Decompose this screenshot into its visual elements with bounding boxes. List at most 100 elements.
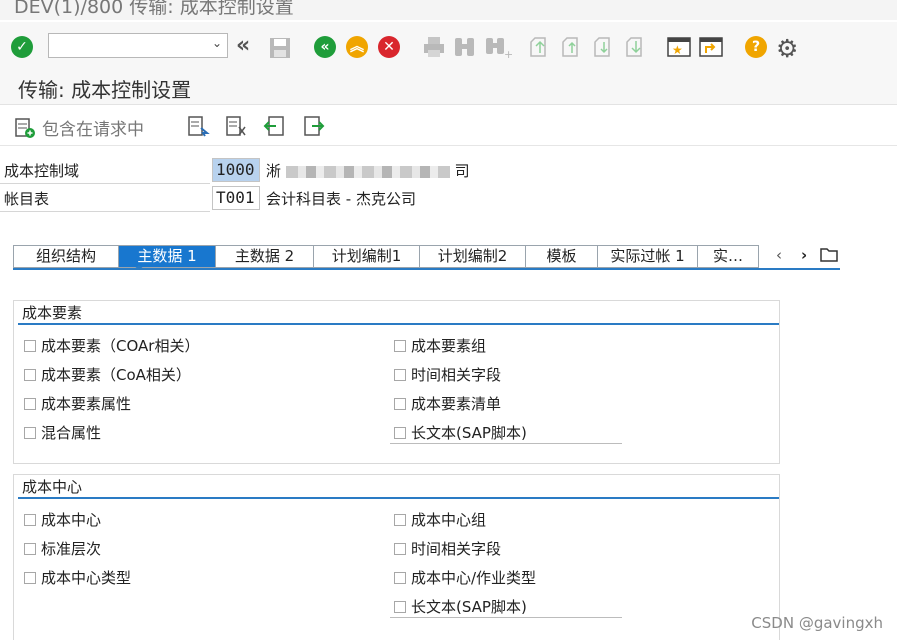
group-title: 成本中心 xyxy=(22,478,83,496)
tab-actual-posting-1[interactable]: 实际过帐 1 xyxy=(598,246,698,267)
tab-planning-1[interactable]: 计划编制1 xyxy=(314,246,420,267)
checkbox-time-dependent-fields-cc[interactable]: 时间相关字段 xyxy=(394,538,501,559)
cancel-icon[interactable]: ✕ xyxy=(378,36,400,58)
checkbox-box[interactable] xyxy=(394,542,406,555)
help-icon[interactable]: ? xyxy=(745,36,767,58)
request-document-icon xyxy=(14,117,36,139)
checkbox-label: 成本中心 xyxy=(41,511,102,529)
expand-icon[interactable] xyxy=(302,114,326,142)
group-title-line xyxy=(18,497,779,499)
tab-scroll-right-icon[interactable]: › xyxy=(801,246,807,264)
checkbox-cost-element-attributes[interactable]: 成本要素属性 xyxy=(24,393,131,414)
checkbox-box[interactable] xyxy=(24,339,36,352)
checkbox-label: 时间相关字段 xyxy=(411,540,502,558)
chevron-down-icon[interactable]: ⌄ xyxy=(212,36,222,50)
checkbox-box[interactable] xyxy=(24,542,36,555)
tab-master-data-1[interactable]: 主数据 1 xyxy=(119,246,216,267)
settings-gear-icon[interactable]: ⚙ xyxy=(776,34,798,63)
checkbox-label: 成本中心类型 xyxy=(41,569,132,587)
first-page-icon[interactable] xyxy=(528,35,552,59)
next-page-icon[interactable] xyxy=(592,35,616,59)
tab-scroll-left-icon[interactable]: ‹ xyxy=(776,246,782,264)
checkbox-cost-center-type[interactable]: 成本中心类型 xyxy=(24,567,131,588)
checkbox-long-text-cc[interactable]: 长文本(SAP脚本) xyxy=(394,596,527,617)
checkbox-box[interactable] xyxy=(24,397,36,410)
shortcut-icon[interactable] xyxy=(698,35,724,59)
select-all-icon[interactable] xyxy=(186,114,210,142)
print-icon[interactable] xyxy=(422,35,446,59)
checkbox-box[interactable] xyxy=(394,339,406,352)
page-title: 传输: 成本控制设置 xyxy=(18,78,192,102)
deselect-all-icon[interactable] xyxy=(224,114,248,142)
checkbox-cost-element-list[interactable]: 成本要素清单 xyxy=(394,393,501,414)
tab-org-structure[interactable]: 组织结构 xyxy=(14,246,119,267)
exit-icon[interactable]: ︽ xyxy=(346,36,368,58)
checkbox-box[interactable] xyxy=(394,397,406,410)
controlling-area-desc-prefix: 淅 xyxy=(266,162,282,180)
window-title: DEV(1)/800 传输: 成本控制设置 xyxy=(14,0,294,18)
checkbox-label: 混合属性 xyxy=(41,424,102,442)
checkbox-label: 时间相关字段 xyxy=(411,366,502,384)
tab-templates[interactable]: 模板 xyxy=(526,246,598,267)
checkbox-label: 成本要素（COAr相关） xyxy=(41,337,200,355)
checkbox-label: 成本中心组 xyxy=(411,511,487,529)
checkbox-cost-element-coar[interactable]: 成本要素（COAr相关） xyxy=(24,335,199,356)
checkbox-box[interactable] xyxy=(24,513,36,526)
checkbox-cost-center-group[interactable]: 成本中心组 xyxy=(394,509,486,530)
controlling-area-input[interactable]: 1000 xyxy=(212,158,260,182)
find-next-icon[interactable]: + xyxy=(484,35,512,59)
checkbox-box[interactable] xyxy=(394,426,406,439)
previous-page-icon[interactable] xyxy=(560,35,584,59)
group-title: 成本要素 xyxy=(22,304,83,322)
redacted-text xyxy=(285,165,450,178)
command-field[interactable]: ⌄ xyxy=(48,33,228,58)
field-underline xyxy=(390,443,622,444)
svg-text:+: + xyxy=(504,48,512,59)
checkbox-box[interactable] xyxy=(24,571,36,584)
tab-planning-2[interactable]: 计划编制2 xyxy=(420,246,526,267)
tab-strip: 组织结构 主数据 1 主数据 2 计划编制1 计划编制2 模板 实际过帐 1 实… xyxy=(13,245,759,268)
checkbox-time-dependent-fields[interactable]: 时间相关字段 xyxy=(394,364,501,385)
page-title-bar: 传输: 成本控制设置 xyxy=(0,72,897,105)
back-icon[interactable]: « xyxy=(314,36,336,58)
checkbox-mixed-attributes[interactable]: 混合属性 xyxy=(24,422,101,443)
save-icon[interactable] xyxy=(268,36,292,60)
checkbox-cost-element-group[interactable]: 成本要素组 xyxy=(394,335,486,356)
checkbox-cost-center-activity-type[interactable]: 成本中心/作业类型 xyxy=(394,567,536,588)
chart-of-accounts-label: 帐目表 xyxy=(0,186,210,212)
chart-of-accounts-input[interactable]: T001 xyxy=(212,186,260,210)
checkbox-label: 成本要素属性 xyxy=(41,395,132,413)
checkbox-cost-center[interactable]: 成本中心 xyxy=(24,509,101,530)
enter-check-icon[interactable]: ✓ xyxy=(11,36,33,58)
chart-of-accounts-desc: 会计科目表 - 杰克公司 xyxy=(266,190,416,208)
tab-underline xyxy=(13,268,840,270)
checkbox-standard-hierarchy[interactable]: 标准层次 xyxy=(24,538,101,559)
back-double-arrow-icon[interactable]: « xyxy=(236,33,250,58)
checkbox-label: 成本要素组 xyxy=(411,337,487,355)
checkbox-label: 成本要素（CoA相关） xyxy=(41,366,191,384)
checkbox-label: 标准层次 xyxy=(41,540,102,558)
checkbox-box[interactable] xyxy=(24,426,36,439)
checkbox-box[interactable] xyxy=(394,368,406,381)
controlling-area-desc: 淅 司 xyxy=(266,158,470,184)
checkbox-label: 成本中心/作业类型 xyxy=(411,569,537,587)
checkbox-long-text[interactable]: 长文本(SAP脚本) xyxy=(394,422,527,443)
window-titlebar: DEV(1)/800 传输: 成本控制设置 xyxy=(0,0,897,20)
checkbox-box[interactable] xyxy=(394,571,406,584)
tab-master-data-2[interactable]: 主数据 2 xyxy=(216,246,314,267)
tab-list-icon[interactable] xyxy=(820,247,838,267)
find-icon[interactable] xyxy=(452,35,478,59)
collapse-icon[interactable] xyxy=(262,114,286,142)
field-underline xyxy=(390,617,622,618)
checkbox-cost-element-coa[interactable]: 成本要素（CoA相关） xyxy=(24,364,191,385)
include-in-request-button[interactable]: 包含在请求中 xyxy=(14,115,144,140)
checkbox-label: 成本要素清单 xyxy=(411,395,502,413)
checkbox-label: 长文本(SAP脚本) xyxy=(411,598,527,616)
checkbox-box[interactable] xyxy=(24,368,36,381)
new-session-icon[interactable]: ★ xyxy=(666,35,692,59)
tab-more[interactable]: 实… xyxy=(698,246,758,267)
last-page-icon[interactable] xyxy=(624,35,648,59)
checkbox-box[interactable] xyxy=(394,513,406,526)
svg-text:★: ★ xyxy=(672,43,683,57)
checkbox-box[interactable] xyxy=(394,600,406,613)
